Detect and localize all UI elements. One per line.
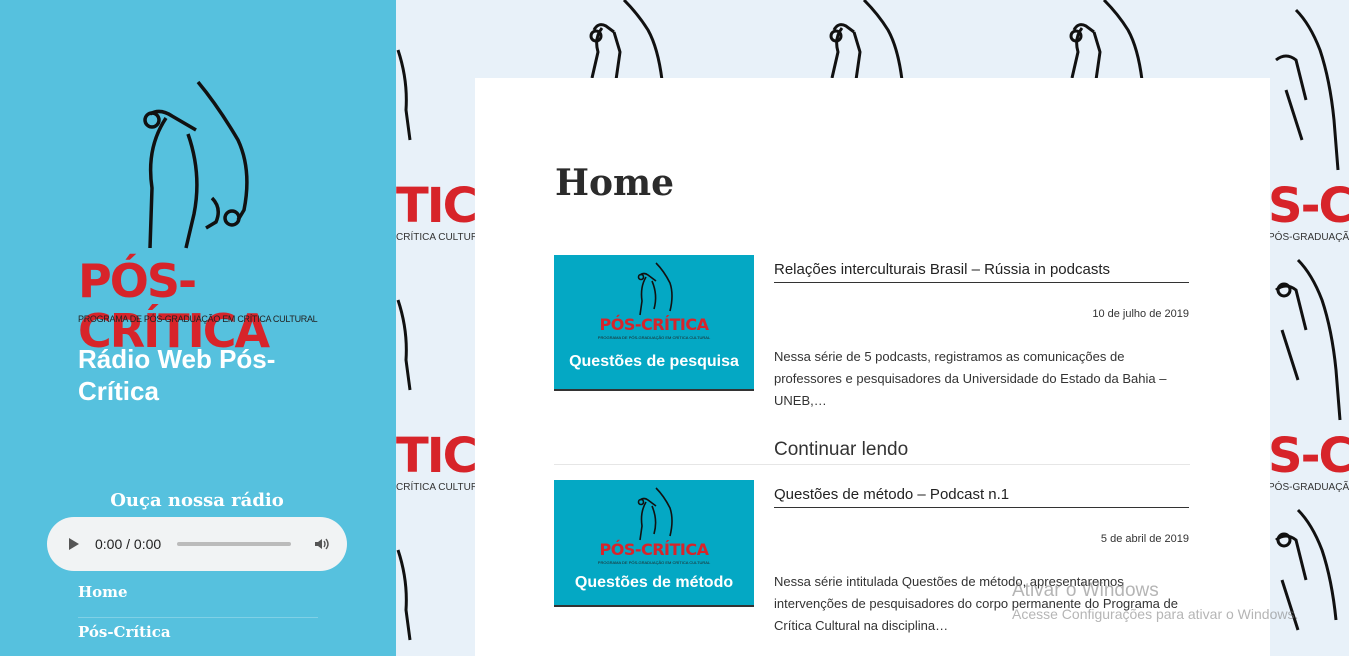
windows-activation-text: Acesse Configurações para ativar o Windo… bbox=[1012, 606, 1299, 622]
post-item: PÓS-CRÍTICA PROGRAMA DE PÓS-GRADUAÇÃO EM… bbox=[554, 255, 1190, 460]
post-title[interactable]: Questões de método – Podcast n.1 bbox=[774, 480, 1189, 508]
dancer-figure-icon bbox=[1275, 258, 1342, 421]
thumb-subtitle: PROGRAMA DE PÓS-GRADUAÇÃO EM CRÍTICA CUL… bbox=[597, 335, 711, 340]
dancer-figure-icon bbox=[637, 262, 673, 316]
radio-widget-title: Ouça nossa rádio bbox=[110, 490, 284, 511]
dancer-figure-icon bbox=[143, 80, 249, 249]
dancer-figure-icon bbox=[1275, 8, 1340, 171]
post-excerpt: Nessa série de 5 podcasts, registramos a… bbox=[774, 349, 1167, 408]
thumb-caption: Questões de pesquisa bbox=[569, 353, 739, 370]
content-area: Home PÓS-CRÍTICA PROGRAMA DE PÓS-GRADUAÇ… bbox=[475, 78, 1270, 656]
post-thumbnail[interactable]: PÓS-CRÍTICA PROGRAMA DE PÓS-GRADUAÇÃO EM… bbox=[554, 480, 754, 607]
nav-item-pos-critica[interactable]: Pós-Crítica bbox=[78, 618, 318, 656]
pattern-word-right-2: S-CRÍ PÓS-GRADUAÇÃO E bbox=[1268, 430, 1349, 493]
player-progress-track[interactable] bbox=[177, 542, 291, 546]
windows-activation-title: Ativar o Windows bbox=[1012, 580, 1159, 601]
thumb-wordmark: PÓS-CRÍTICA bbox=[599, 540, 710, 559]
post-thumbnail[interactable]: PÓS-CRÍTICA PROGRAMA DE PÓS-GRADUAÇÃO EM… bbox=[554, 255, 754, 391]
thumb-subtitle: PROGRAMA DE PÓS-GRADUAÇÃO EM CRÍTICA CUL… bbox=[597, 560, 711, 565]
post-item: PÓS-CRÍTICA PROGRAMA DE PÓS-GRADUAÇÃO EM… bbox=[554, 480, 1190, 656]
read-more-link[interactable]: Continuar lendo bbox=[774, 439, 1189, 461]
post-divider bbox=[554, 464, 1190, 465]
pattern-sub-text: PÓS-GRADUAÇÃO E bbox=[1268, 482, 1349, 493]
post-body: Relações interculturais Brasil – Rússia … bbox=[774, 255, 1189, 461]
dancer-figure-icon bbox=[589, 0, 664, 80]
player-time: 0:00 / 0:00 bbox=[95, 536, 162, 552]
dancer-figure-icon bbox=[1275, 508, 1338, 631]
volume-icon[interactable] bbox=[313, 536, 329, 552]
post-date: 5 de abril de 2019 bbox=[1100, 533, 1189, 545]
dancer-figure-icon bbox=[1069, 0, 1144, 80]
thumb-caption: Questões de método bbox=[574, 574, 734, 591]
pattern-word-right-1: S-CRÍ PÓS-GRADUAÇÃO E bbox=[1268, 180, 1349, 243]
nav-item-home[interactable]: Home bbox=[78, 578, 318, 618]
dancer-figure-icon bbox=[829, 0, 904, 80]
site-title[interactable]: Rádio Web Pós-Crítica bbox=[78, 343, 318, 407]
post-title[interactable]: Relações interculturais Brasil – Rússia … bbox=[774, 255, 1189, 283]
logo-wordmark: PÓS-CRÍTICA bbox=[78, 254, 270, 358]
thumb-wordmark: PÓS-CRÍTICA bbox=[599, 315, 710, 334]
page-title: Home bbox=[555, 162, 675, 204]
sidebar: PÓS-CRÍTICA PROGRAMA DE PÓS-GRADUAÇÃO EM… bbox=[0, 0, 396, 656]
pattern-word-text: S-CRÍ bbox=[1268, 178, 1349, 234]
dancer-figure-icon bbox=[637, 487, 673, 541]
pattern-word-text: S-CRÍ bbox=[1268, 428, 1349, 484]
dancer-figure-icon bbox=[396, 299, 412, 391]
dancer-figure-icon bbox=[396, 49, 412, 141]
dancer-figure-icon bbox=[396, 549, 412, 641]
site-logo[interactable]: PÓS-CRÍTICA PROGRAMA DE PÓS-GRADUAÇÃO EM… bbox=[78, 78, 318, 356]
post-date: 10 de julho de 2019 bbox=[1092, 308, 1189, 320]
main-nav: Home Pós-Crítica bbox=[78, 578, 318, 656]
audio-player: 0:00 / 0:00 bbox=[47, 517, 347, 571]
pattern-sub-text: PÓS-GRADUAÇÃO E bbox=[1268, 232, 1349, 243]
logo-subtitle: PROGRAMA DE PÓS-GRADUAÇÃO EM CRÍTICA CUL… bbox=[78, 314, 318, 324]
play-icon[interactable] bbox=[69, 538, 79, 550]
